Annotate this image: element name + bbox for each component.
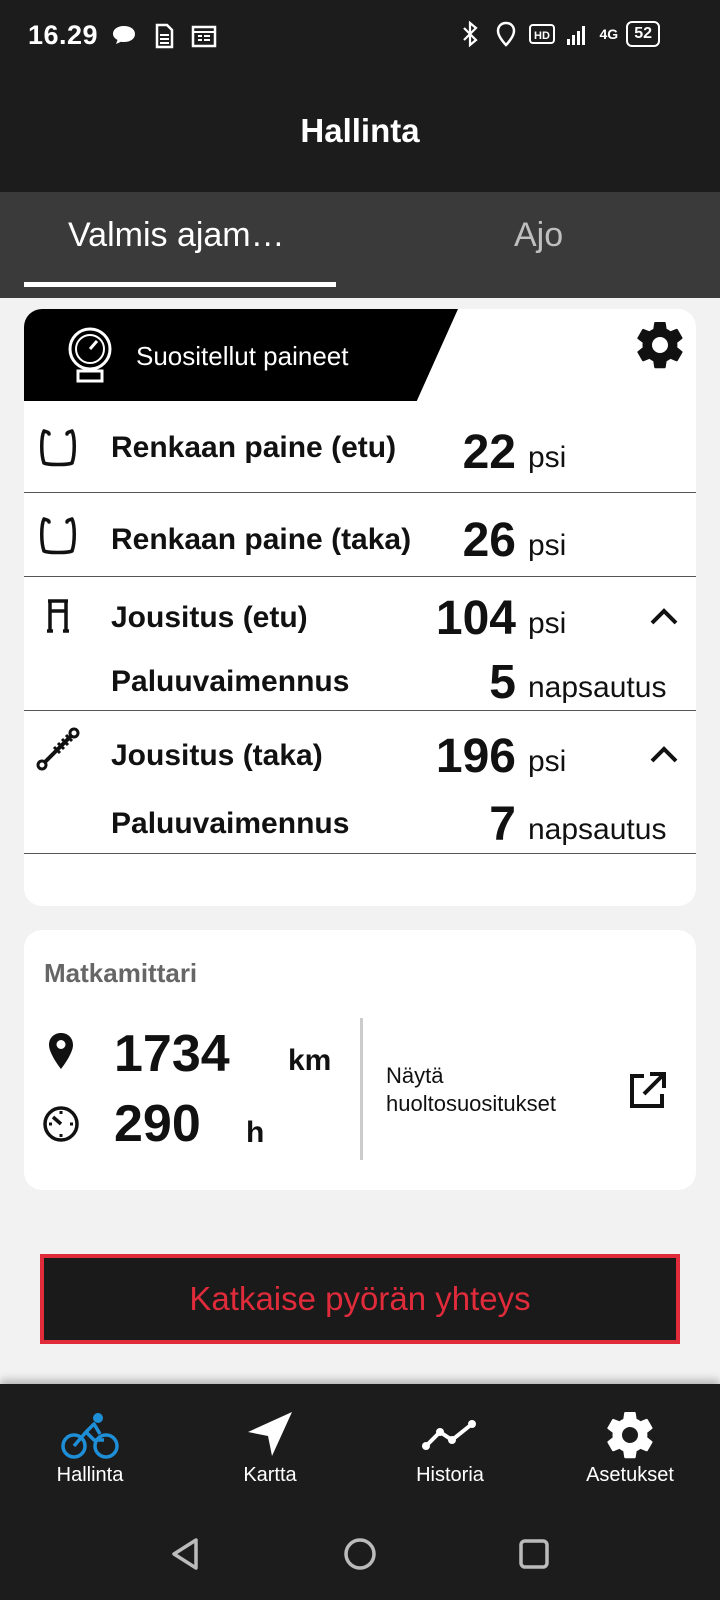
row-label: Jousitus (etu) (111, 601, 308, 634)
row-unit: psi (528, 529, 567, 562)
row-value: 104 (435, 592, 516, 645)
row-label: Renkaan paine (taka) (111, 523, 412, 556)
shock-absorber-icon (36, 727, 80, 771)
row-unit: psi (528, 607, 567, 640)
time-unit: h (246, 1116, 265, 1149)
row-sub-value: 7 (489, 798, 516, 851)
pressure-gauge-icon (68, 327, 112, 383)
row-label: Jousitus (taka) (111, 739, 323, 772)
external-link-icon[interactable] (626, 1070, 668, 1112)
row-unit: psi (528, 745, 567, 778)
tire-icon (40, 517, 76, 555)
system-status-icons: HD 4G 52 (456, 20, 660, 48)
odometer-title: Matkamittari (44, 958, 198, 988)
sim-card-icon (155, 23, 174, 49)
service-recommendations-link[interactable]: Näytä huoltosuositukset (386, 1062, 606, 1118)
distance-value: 1734 (114, 1025, 230, 1083)
row-unit: psi (528, 441, 567, 474)
signal-icon (566, 26, 585, 45)
row-label: Renkaan paine (etu) (111, 431, 397, 464)
chevron-up-icon[interactable] (644, 597, 684, 637)
status-bar: 16.29 HD 4G 52 (0, 0, 720, 72)
bottom-navigation: Hallinta Kartta Historia Asetukset (0, 1384, 720, 1512)
gear-icon (607, 1412, 653, 1459)
nav-label: Asetukset (586, 1464, 674, 1486)
network-type: 4G (599, 26, 619, 42)
tab-bar: Valmis ajam… Ajo (0, 192, 720, 298)
navigation-arrow-icon (248, 1412, 292, 1456)
gear-icon[interactable] (636, 321, 684, 369)
tire-pressure-rear-row: Renkaan paine (taka) 26 psi (24, 493, 696, 577)
app-header: Hallinta (0, 72, 720, 192)
suspension-rear-row: Jousitus (taka) 196 psi Paluuvaimennus 7… (24, 711, 696, 854)
bike-icon (61, 1413, 119, 1459)
card-title: Suositellut paineet (136, 341, 349, 371)
calendar-icon (191, 25, 217, 48)
recents-icon[interactable] (514, 1534, 554, 1574)
row-sub-unit: napsautus (528, 813, 667, 846)
nav-asetukset[interactable]: Asetukset (550, 1410, 710, 1487)
disconnect-bike-button[interactable]: Katkaise pyörän yhteys (40, 1254, 680, 1344)
link-line-1: Näytä (386, 1063, 444, 1088)
back-icon[interactable] (166, 1534, 206, 1574)
page-title: Hallinta (300, 112, 420, 149)
home-icon[interactable] (340, 1534, 380, 1574)
status-time: 16.29 (28, 20, 99, 50)
svg-text:HD: HD (534, 30, 550, 42)
row-value: 22 (462, 426, 516, 479)
tire-icon (40, 429, 76, 467)
system-navigation-bar (0, 1512, 720, 1600)
tire-pressure-front-row: Renkaan paine (etu) 22 psi (24, 401, 696, 493)
battery-level: 52 (634, 25, 652, 42)
nav-hallinta[interactable]: Hallinta (10, 1410, 170, 1487)
notification-icons (110, 22, 218, 50)
suspension-front-row: Jousitus (etu) 104 psi Paluuvaimennus 5 … (24, 577, 696, 711)
tab-ride-ready[interactable]: Valmis ajam… (68, 216, 285, 255)
card-banner: Suositellut paineet (24, 309, 458, 401)
row-sub-label: Paluuvaimennus (111, 807, 350, 840)
link-line-2: huoltosuositukset (386, 1091, 556, 1116)
row-value: 196 (435, 730, 516, 783)
location-pin-icon (49, 1033, 73, 1069)
hd-voice-icon: HD (528, 24, 555, 44)
row-sub-unit: napsautus (528, 671, 667, 704)
tab-indicator (24, 282, 336, 287)
nav-historia[interactable]: Historia (370, 1410, 530, 1487)
row-sub-value: 5 (489, 656, 516, 709)
chart-line-icon (422, 1420, 476, 1450)
odometer-card: Matkamittari 1734 km 290 h Näytä huoltos… (24, 930, 696, 1190)
divider (360, 1018, 363, 1160)
fork-icon (47, 599, 69, 633)
chevron-up-icon[interactable] (644, 735, 684, 775)
nav-label: Kartta (243, 1464, 297, 1486)
timer-icon (43, 1106, 79, 1142)
distance-unit: km (288, 1044, 332, 1077)
bluetooth-icon (462, 20, 478, 48)
nav-label: Hallinta (56, 1464, 124, 1486)
time-value: 290 (114, 1095, 201, 1153)
location-icon (496, 21, 515, 47)
chat-bubble-icon (113, 26, 135, 44)
recommended-pressures-card: Suositellut paineet Renkaan paine (etu) … (24, 309, 696, 906)
nav-kartta[interactable]: Kartta (190, 1410, 350, 1487)
battery-icon: 52 (626, 21, 660, 47)
row-sub-label: Paluuvaimennus (111, 665, 350, 698)
row-value: 26 (462, 514, 516, 567)
tab-ride[interactable]: Ajo (514, 216, 563, 255)
nav-label: Historia (416, 1464, 484, 1486)
